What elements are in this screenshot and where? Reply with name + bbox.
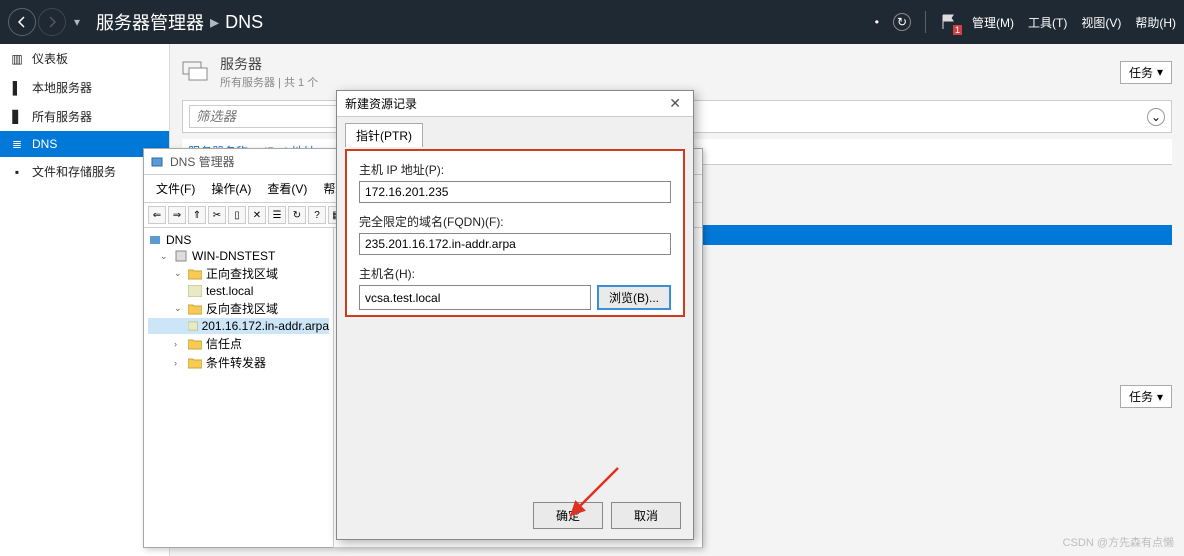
close-icon[interactable]: ✕ <box>665 95 685 112</box>
server-subtitle: 所有服务器 | 共 1 个 <box>220 74 318 90</box>
delete-icon[interactable]: ✕ <box>248 206 266 224</box>
storage-icon: ▪ <box>10 165 24 179</box>
expander-icon[interactable]: ⌄ <box>174 268 184 279</box>
server-icon: ▌ <box>10 81 24 95</box>
dns-root-icon <box>148 233 162 247</box>
expander-icon[interactable]: ⌄ <box>174 303 184 314</box>
zone-icon <box>188 285 202 297</box>
ip-label: 主机 IP 地址(P): <box>359 161 671 178</box>
expander-icon[interactable]: ⌄ <box>160 251 170 262</box>
dialog-title: 新建资源记录 ✕ <box>337 91 693 117</box>
dash-icon: • <box>875 15 879 29</box>
dropdown-icon[interactable]: ▾ <box>74 15 80 29</box>
sidebar-item-all-servers[interactable]: ▋ 所有服务器 <box>0 102 169 131</box>
tree-rev-zones[interactable]: ⌄ 反向查找区域 <box>148 299 329 318</box>
ok-button[interactable]: 确定 <box>533 502 603 529</box>
dns-app-icon <box>150 155 164 169</box>
servers-icon: ▋ <box>10 110 24 124</box>
dialog-body: 主机 IP 地址(P): 完全限定的域名(FQDN)(F): 主机名(H): 浏… <box>345 149 685 317</box>
fqdn-label: 完全限定的域名(FQDN)(F): <box>359 213 671 230</box>
tree-server[interactable]: ⌄ WIN-DNSTEST <box>148 248 329 264</box>
sidebar-item-dashboard[interactable]: ▥ 仪表板 <box>0 44 169 73</box>
breadcrumb-current[interactable]: DNS <box>225 12 263 33</box>
menu-tools[interactable]: 工具(T) <box>1028 14 1067 31</box>
expand-toggle-icon[interactable]: ⌄ <box>1147 108 1165 126</box>
ip-input[interactable] <box>359 181 671 203</box>
breadcrumb: 服务器管理器 ▸ DNS <box>96 9 263 35</box>
dns-tree: DNS ⌄ WIN-DNSTEST ⌄ 正向查找区域 test.local ⌄ … <box>144 228 334 548</box>
servers-group-icon <box>182 61 210 83</box>
notifications-flag-icon[interactable]: 1 <box>940 13 958 31</box>
zone-icon <box>188 320 198 332</box>
expander-icon[interactable]: › <box>174 358 184 368</box>
menu-view[interactable]: 视图(V) <box>1081 14 1121 31</box>
refresh-icon-2[interactable]: ↻ <box>288 206 306 224</box>
breadcrumb-root[interactable]: 服务器管理器 <box>96 9 204 35</box>
menu-view2[interactable]: 查看(V) <box>261 178 313 199</box>
tree-fwd-zones[interactable]: ⌄ 正向查找区域 <box>148 264 329 283</box>
tree-cond-fwd[interactable]: › 条件转发器 <box>148 353 329 372</box>
menu-action[interactable]: 操作(A) <box>205 178 257 199</box>
sidebar-item-local-server[interactable]: ▌ 本地服务器 <box>0 73 169 102</box>
top-right-menu: • ↻ 1 管理(M) 工具(T) 视图(V) 帮助(H) <box>875 11 1176 33</box>
properties-icon[interactable]: ☰ <box>268 206 286 224</box>
forward-button[interactable] <box>38 8 66 36</box>
server-node-icon <box>174 249 188 263</box>
browse-button[interactable]: 浏览(B)... <box>597 285 671 310</box>
tree-rev-zone-item[interactable]: 201.16.172.in-addr.arpa <box>148 318 329 334</box>
dashboard-icon: ▥ <box>10 52 24 66</box>
menu-file[interactable]: 文件(F) <box>150 178 201 199</box>
dns-icon: ≣ <box>10 137 24 151</box>
folder-icon <box>188 338 202 350</box>
menu-manage[interactable]: 管理(M) <box>972 14 1014 31</box>
host-input[interactable] <box>359 285 591 310</box>
menu-help[interactable]: 帮助(H) <box>1135 14 1176 31</box>
expander-icon[interactable]: › <box>174 339 184 349</box>
tree-root[interactable]: DNS <box>148 232 329 248</box>
help-icon[interactable]: ? <box>308 206 326 224</box>
server-title: 服务器 <box>220 54 318 74</box>
host-label: 主机名(H): <box>359 265 671 282</box>
cancel-button[interactable]: 取消 <box>611 502 681 529</box>
folder-icon <box>188 303 202 315</box>
chevron-down-icon: ▾ <box>1157 390 1163 404</box>
back-button[interactable] <box>8 8 36 36</box>
chevron-down-icon: ▾ <box>1157 65 1163 79</box>
topbar: ▾ 服务器管理器 ▸ DNS • ↻ 1 管理(M) 工具(T) 视图(V) 帮… <box>0 0 1184 44</box>
folder-icon <box>188 268 202 280</box>
watermark: CSDN @方先森有点懒 <box>1063 534 1174 550</box>
fqdn-input[interactable] <box>359 233 671 255</box>
cut-icon[interactable]: ✂ <box>208 206 226 224</box>
tab-strip: 指针(PTR) <box>337 117 693 147</box>
tasks-dropdown-2[interactable]: 任务▾ <box>1120 385 1172 408</box>
nav-fwd-icon[interactable]: ⇒ <box>168 206 186 224</box>
copy-icon[interactable]: ▯ <box>228 206 246 224</box>
refresh-icon[interactable]: ↻ <box>893 13 911 31</box>
tree-trust[interactable]: › 信任点 <box>148 334 329 353</box>
new-record-dialog: 新建资源记录 ✕ 指针(PTR) 主机 IP 地址(P): 完全限定的域名(FQ… <box>336 90 694 540</box>
nav-back-icon[interactable]: ⇐ <box>148 206 166 224</box>
tasks-dropdown[interactable]: 任务▾ <box>1120 61 1172 84</box>
tab-ptr[interactable]: 指针(PTR) <box>345 123 423 147</box>
tree-fwd-zone-item[interactable]: test.local <box>148 283 329 299</box>
up-icon[interactable]: ⇑ <box>188 206 206 224</box>
folder-icon <box>188 357 202 369</box>
